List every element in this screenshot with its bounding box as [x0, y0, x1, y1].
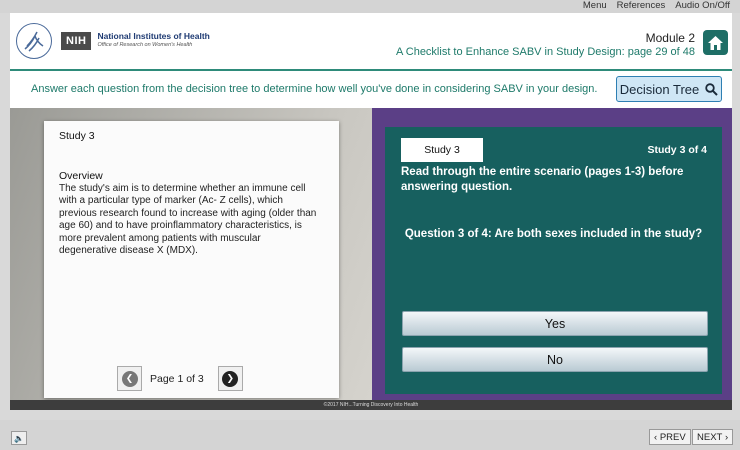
header: NIH National Institutes of Health Office…	[10, 13, 732, 71]
home-icon	[708, 35, 723, 50]
overview-text: The study's aim is to determine whether …	[59, 183, 317, 257]
home-button[interactable]	[703, 30, 728, 55]
next-button[interactable]: NEXT ›	[692, 429, 734, 445]
module-info: Module 2 A Checklist to Enhance SABV in …	[396, 31, 695, 59]
answer-yes-button[interactable]: Yes	[402, 311, 708, 336]
references-link[interactable]: References	[617, 0, 666, 12]
instruction-bar: Answer each question from the decision t…	[10, 71, 732, 108]
overview-heading: Overview	[59, 170, 103, 182]
prev-button[interactable]: ‹ PREV	[649, 429, 691, 445]
copyright-bar: ©2017 NIH...Turning Discovery Into Healt…	[10, 400, 732, 410]
speaker-icon[interactable]: 🔈	[11, 431, 27, 445]
next-page-button[interactable]: ❯	[217, 366, 243, 391]
question-text: Question 3 of 4: Are both sexes included…	[404, 228, 703, 240]
question-panel-frame: Study 3 Study 3 of 4 Read through the en…	[372, 108, 732, 410]
study-tab: Study 3	[401, 138, 483, 162]
study-card: Study 3 Overview The study's aim is to d…	[44, 121, 339, 398]
decision-tree-label: Decision Tree	[619, 81, 700, 97]
study-count: Study 3 of 4	[647, 144, 707, 156]
next-label: NEXT	[697, 431, 723, 443]
study-card-title: Study 3	[59, 130, 95, 142]
prev-label: PREV	[659, 431, 686, 443]
answer-no-button[interactable]: No	[402, 347, 708, 372]
chevron-left-icon: ❮	[121, 370, 138, 387]
nih-abbr: NIH	[61, 32, 92, 50]
audio-toggle-link[interactable]: Audio On/Off	[675, 0, 730, 12]
content-stage: Study 3 Overview The study's aim is to d…	[10, 108, 732, 410]
office-name: Office of Research on Women's Health	[97, 42, 193, 48]
scenario-note: Read through the entire scenario (pages …	[401, 166, 684, 193]
pager: ❮ Page 1 of 3 ❯	[117, 366, 243, 391]
nih-logo: NIH National Institutes of Health Office…	[61, 32, 210, 50]
magnifier-icon	[705, 82, 718, 96]
module-title: Module 2	[645, 31, 695, 45]
chevron-right-icon: ❯	[222, 370, 239, 387]
decision-tree-button[interactable]: Decision Tree	[616, 76, 722, 102]
menu-link[interactable]: Menu	[583, 0, 607, 12]
module-subtitle: A Checklist to Enhance SABV in Study Des…	[395, 46, 695, 58]
question-panel: Study 3 Study 3 of 4 Read through the en…	[385, 127, 722, 394]
instruction-text: Answer each question from the decision t…	[31, 83, 598, 95]
hhs-seal-logo	[16, 23, 52, 59]
page-indicator: Page 1 of 3	[150, 372, 204, 385]
prev-page-button[interactable]: ❮	[117, 366, 142, 391]
top-menu-bar: Menu References Audio On/Off	[0, 0, 740, 13]
next-chevron-icon: ›	[722, 431, 729, 443]
org-name: National Institutes of Health	[97, 31, 210, 41]
footer: 🔈 ‹ PREV NEXT ›	[0, 420, 740, 450]
